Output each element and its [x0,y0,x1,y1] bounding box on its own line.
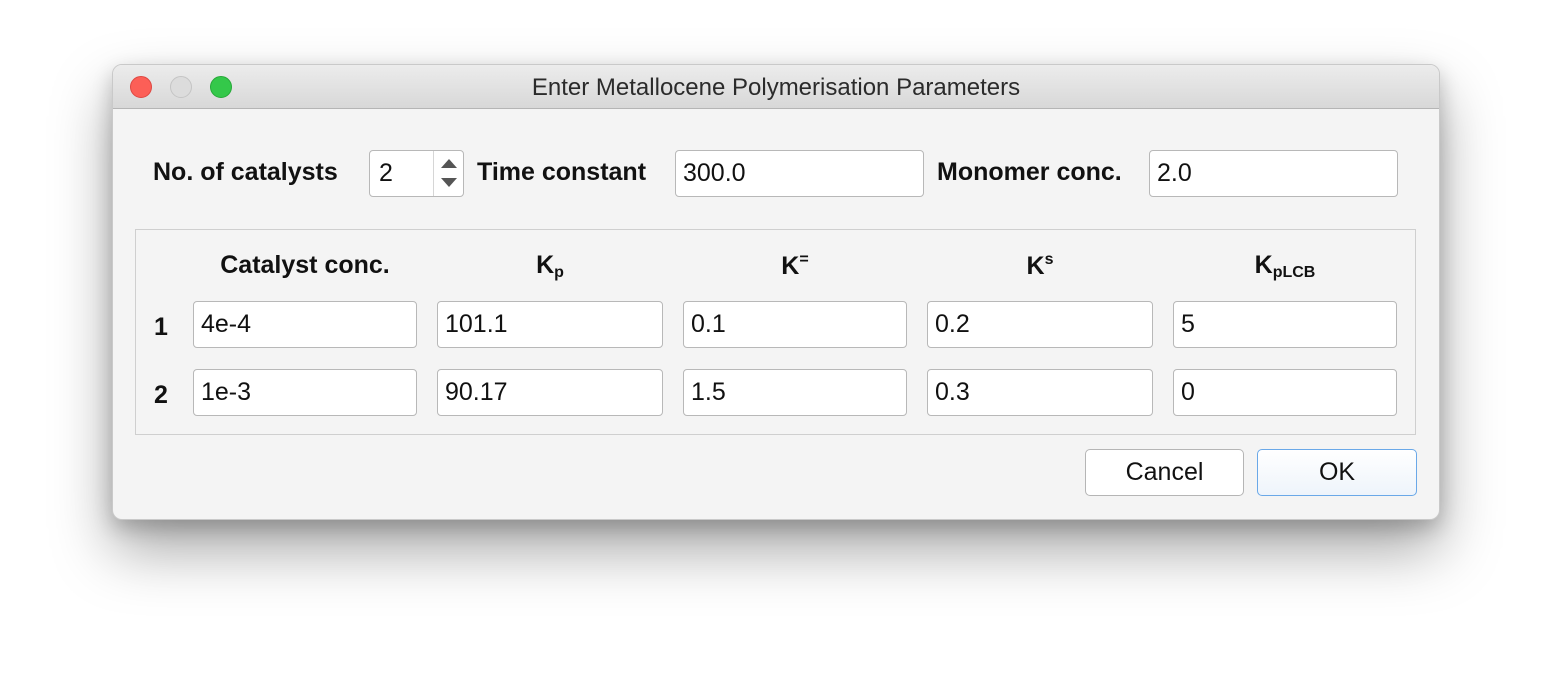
header-kp: Kp [536,251,564,281]
row1-keq-input[interactable]: 0.1 [683,301,907,348]
row2-kplcb-input[interactable]: 0 [1173,369,1397,416]
header-keq: K= [781,251,809,280]
row1-catalyst-conc-input[interactable]: 4e-4 [193,301,417,348]
header-ks: Ks [1026,251,1054,280]
row1-kplcb-input[interactable]: 5 [1173,301,1397,348]
title-bar[interactable]: Enter Metallocene Polymerisation Paramet… [113,65,1439,109]
row2-keq-input[interactable]: 1.5 [683,369,907,416]
row2-catalyst-conc-input[interactable]: 1e-3 [193,369,417,416]
row1-kp-input[interactable]: 101.1 [437,301,663,348]
catalysts-value: 2 [379,159,393,187]
row2-ks-input[interactable]: 0.3 [927,369,1153,416]
increment-arrow-icon[interactable] [441,159,457,168]
ok-button[interactable]: OK [1257,449,1417,496]
row-label-2: 2 [154,381,168,409]
catalyst-parameters-group: Catalyst conc. Kp K= Ks KpLCB 1 4e-4 101… [135,229,1416,435]
dialog-window: Enter Metallocene Polymerisation Paramet… [112,64,1440,520]
spinbox-arrows[interactable] [433,151,463,196]
catalysts-spinbox[interactable]: 2 [369,150,464,197]
monomer-conc-input[interactable]: 2.0 [1149,150,1398,197]
row1-ks-input[interactable]: 0.2 [927,301,1153,348]
cancel-button[interactable]: Cancel [1085,449,1244,496]
monomer-conc-label: Monomer conc. [937,158,1122,186]
time-constant-label: Time constant [477,158,647,186]
catalysts-label: No. of catalysts [153,158,338,186]
decrement-arrow-icon[interactable] [441,178,457,187]
header-kplcb: KpLCB [1254,251,1316,281]
window-title: Enter Metallocene Polymerisation Paramet… [531,74,1021,101]
header-catalyst-conc: Catalyst conc. [220,251,390,279]
row2-kp-input[interactable]: 90.17 [437,369,663,416]
time-constant-input[interactable]: 300.0 [675,150,924,197]
row-label-1: 1 [154,313,168,341]
